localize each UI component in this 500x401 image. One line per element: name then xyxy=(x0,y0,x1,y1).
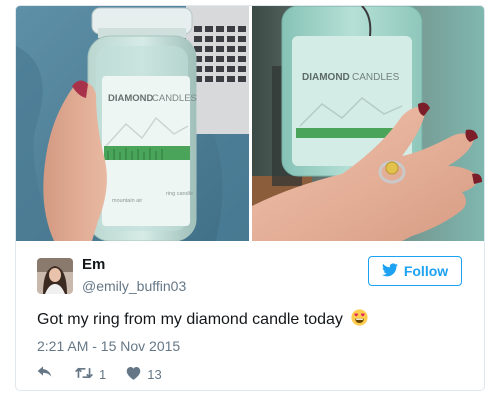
retweet-count: 1 xyxy=(99,366,107,382)
like-button[interactable]: 13 xyxy=(126,366,162,383)
reply-icon xyxy=(37,365,53,383)
photo-ring-hand[interactable]: DIAMOND CANDLES xyxy=(252,6,484,241)
avatar[interactable] xyxy=(37,258,73,294)
left-label-brand-bold: DIAMOND xyxy=(108,93,154,104)
left-label-fine-print-2: ring candle xyxy=(166,191,193,197)
tweet-timestamp[interactable]: 2:21 AM - 15 Nov 2015 xyxy=(37,338,180,354)
left-label-fine-print: mountain air xyxy=(112,198,142,204)
retweet-icon xyxy=(75,366,93,383)
photo-candle-jar[interactable]: DIAMOND CANDLES mountain air ring candle xyxy=(16,6,249,241)
heart-eyes-emoji-icon xyxy=(351,309,368,331)
tweet-text: Got my ring from my diamond candle today xyxy=(37,309,368,331)
follow-button[interactable]: Follow xyxy=(368,256,462,286)
follow-button-label: Follow xyxy=(403,263,449,279)
right-label-brand-bold: DIAMOND xyxy=(302,72,350,83)
like-count: 13 xyxy=(147,366,162,382)
tweet-media: DIAMOND CANDLES mountain air ring candle xyxy=(16,6,484,241)
tweet-actions: 1 13 xyxy=(37,364,162,384)
right-label-brand-light: CANDLES xyxy=(352,72,400,83)
retweet-button[interactable]: 1 xyxy=(75,366,106,383)
reply-button[interactable] xyxy=(37,365,53,383)
twitter-bird-icon xyxy=(381,262,398,280)
author-name[interactable]: Em xyxy=(82,256,105,273)
tweet-card: DIAMOND CANDLES mountain air ring candle xyxy=(15,5,485,391)
author-handle[interactable]: @emily_buffin03 xyxy=(82,278,186,294)
left-label-brand-light: CANDLES xyxy=(152,93,197,104)
heart-icon xyxy=(126,366,141,383)
tweet-text-content: Got my ring from my diamond candle today xyxy=(37,311,343,328)
